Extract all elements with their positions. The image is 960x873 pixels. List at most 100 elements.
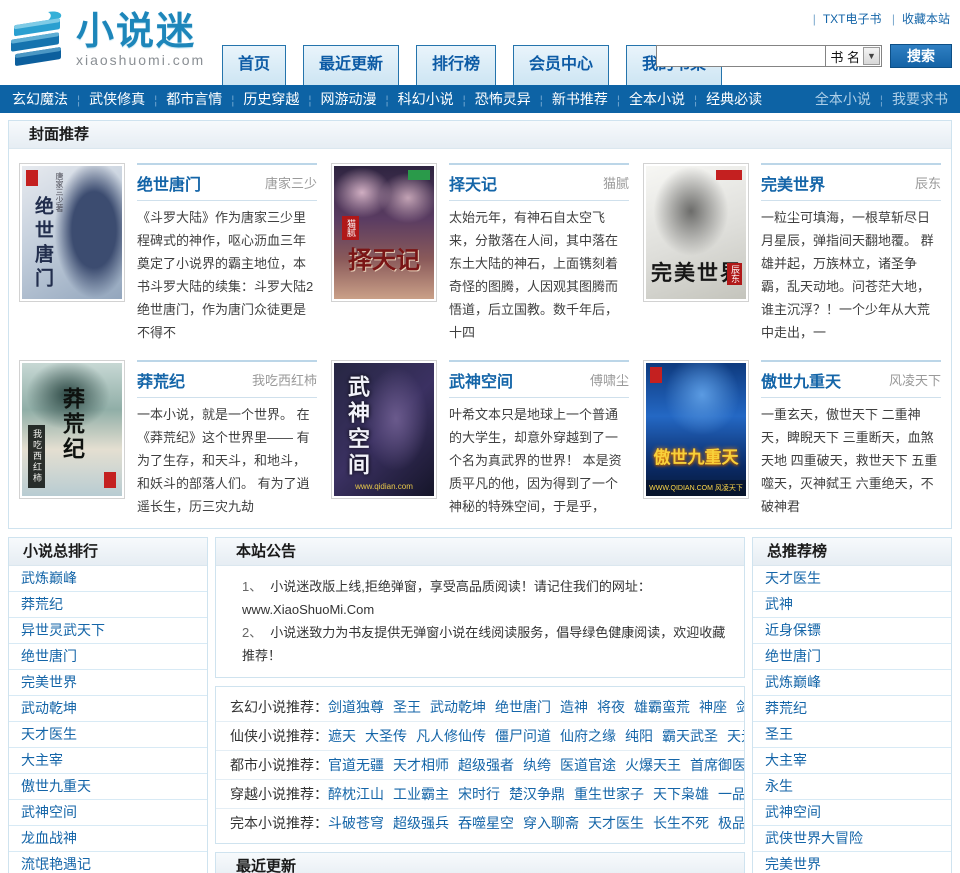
novel-link[interactable]: 长生不死 xyxy=(653,815,709,831)
book-title-link[interactable]: 傲世九重天 xyxy=(761,368,841,392)
novel-link[interactable]: 永生 xyxy=(765,778,793,794)
novel-link[interactable]: 官道无疆 xyxy=(328,757,384,773)
novel-link[interactable]: 楚汉争鼎 xyxy=(509,786,565,802)
novel-link[interactable]: 超级强者 xyxy=(458,757,514,773)
novel-link[interactable]: 武动乾坤 xyxy=(21,700,77,716)
category-link[interactable]: 都市言情 xyxy=(166,91,222,107)
book-cover-link[interactable]: 完美世界 辰东 xyxy=(643,163,749,302)
novel-link[interactable]: 莽荒纪 xyxy=(765,700,807,716)
novel-link[interactable]: 首席御医 xyxy=(690,757,744,773)
book-title-link[interactable]: 武神空间 xyxy=(449,368,513,392)
novel-link[interactable]: 流氓艳遇记 xyxy=(21,856,91,872)
novel-link[interactable]: 圣王 xyxy=(765,726,793,742)
novel-link[interactable]: 火爆天王 xyxy=(625,757,681,773)
separator: ¦ xyxy=(462,93,466,107)
novel-link[interactable]: 剑道独尊 xyxy=(328,699,384,715)
category-link[interactable]: 新书推荐 xyxy=(552,91,608,107)
novel-link[interactable]: 武炼巅峰 xyxy=(21,570,77,586)
novel-link[interactable]: 霸天武圣 xyxy=(662,728,718,744)
novel-link[interactable]: 凡人修仙传 xyxy=(416,728,486,744)
nav-right-link[interactable]: 全本小说 xyxy=(815,91,871,107)
novel-link[interactable]: 超级强兵 xyxy=(393,815,449,831)
novel-link[interactable]: 将夜 xyxy=(597,699,625,715)
novel-link[interactable]: 吞噬星空 xyxy=(458,815,514,831)
novel-link[interactable]: 工业霸主 xyxy=(393,786,449,802)
novel-link[interactable]: 龙血战神 xyxy=(21,830,77,846)
separator: ¦ xyxy=(694,93,698,107)
novel-link[interactable]: 僵尸问道 xyxy=(495,728,551,744)
novel-link[interactable]: 圣王 xyxy=(393,699,421,715)
novel-link[interactable]: 医道官途 xyxy=(560,757,616,773)
novel-link[interactable]: 造神 xyxy=(560,699,588,715)
category-link[interactable]: 历史穿越 xyxy=(243,91,299,107)
book-cover-link[interactable]: 莽荒纪 我吃西红柿 xyxy=(19,360,125,499)
book-title-link[interactable]: 完美世界 xyxy=(761,171,825,195)
book-title-link[interactable]: 绝世唐门 xyxy=(137,171,201,195)
novel-link[interactable]: 武侠世界大冒险 xyxy=(765,830,863,846)
nav-button[interactable]: 最近更新 xyxy=(303,45,400,85)
novel-link[interactable]: 一品江山 xyxy=(718,786,744,802)
novel-link[interactable]: 纯阳 xyxy=(625,728,653,744)
category-link[interactable]: 武侠修真 xyxy=(89,91,145,107)
novel-link[interactable]: 莽荒纪 xyxy=(21,596,63,612)
category-link[interactable]: 恐怖灵异 xyxy=(475,91,531,107)
novel-link[interactable]: 剑逆苍穹 xyxy=(736,699,744,715)
novel-link[interactable]: 宋时行 xyxy=(458,786,500,802)
novel-link[interactable]: 完美世界 xyxy=(765,856,821,872)
category-link[interactable]: 全本小说 xyxy=(629,91,685,107)
novel-link[interactable]: 天才医生 xyxy=(21,726,77,742)
novel-link[interactable]: 重生世家子 xyxy=(574,786,644,802)
novel-link[interactable]: 天元神诀 xyxy=(727,728,744,744)
book-cover-link[interactable]: 傲世九重天 WWW.QIDIAN.COM 风凌天下 xyxy=(643,360,749,499)
category-link[interactable]: 科幻小说 xyxy=(398,91,454,107)
txt-ebook-link[interactable]: TXT电子书 xyxy=(823,12,882,26)
rank-list-item: 武炼巅峰 xyxy=(9,566,207,592)
novel-link[interactable]: 武神空间 xyxy=(21,804,77,820)
novel-link[interactable]: 仙府之缘 xyxy=(560,728,616,744)
novel-link[interactable]: 雄霸蛮荒 xyxy=(634,699,690,715)
novel-link[interactable]: 大主宰 xyxy=(21,752,63,768)
novel-link[interactable]: 天才医生 xyxy=(588,815,644,831)
novel-link[interactable]: 武动乾坤 xyxy=(430,699,486,715)
novel-link[interactable]: 醉枕江山 xyxy=(328,786,384,802)
novel-link[interactable]: 武炼巅峰 xyxy=(765,674,821,690)
category-link[interactable]: 经典必读 xyxy=(706,91,762,107)
novel-link[interactable]: 大主宰 xyxy=(765,752,807,768)
novel-link[interactable]: 神座 xyxy=(699,699,727,715)
book-cover-link[interactable]: 绝世唐门 唐家三少著 xyxy=(19,163,125,302)
novel-link[interactable]: 极品太子爷 xyxy=(718,815,744,831)
novel-link[interactable]: 天才医生 xyxy=(765,570,821,586)
novel-link[interactable]: 斗破苍穹 xyxy=(328,815,384,831)
novel-link[interactable]: 大圣传 xyxy=(365,728,407,744)
search-button[interactable]: 搜索 xyxy=(890,44,952,68)
book-title-link[interactable]: 莽荒纪 xyxy=(137,368,185,392)
novel-link[interactable]: 傲世九重天 xyxy=(21,778,91,794)
novel-link[interactable]: 绝世唐门 xyxy=(765,648,821,664)
site-logo[interactable]: 小说迷 xiaoshuomi.com xyxy=(10,10,205,70)
search-type-value: 书 名 xyxy=(830,49,860,65)
nav-right-link[interactable]: 我要求书 xyxy=(892,91,948,107)
novel-link[interactable]: 异世灵武天下 xyxy=(21,622,105,638)
novel-link[interactable]: 遮天 xyxy=(328,728,356,744)
novel-link[interactable]: 天才相师 xyxy=(393,757,449,773)
category-link[interactable]: 玄幻魔法 xyxy=(12,91,68,107)
novel-link[interactable]: 纨绔 xyxy=(523,757,551,773)
nav-button[interactable]: 会员中心 xyxy=(513,45,610,85)
book-cover-link[interactable]: 武神空间 www.qidian.com xyxy=(331,360,437,499)
search-input[interactable] xyxy=(656,45,827,67)
book-cover-link[interactable]: 择天记 猫腻 xyxy=(331,163,437,302)
search-type-select[interactable]: 书 名 ▼ xyxy=(826,45,882,67)
nav-button[interactable]: 排行榜 xyxy=(416,45,497,85)
novel-link[interactable]: 绝世唐门 xyxy=(495,699,551,715)
novel-link[interactable]: 武神 xyxy=(765,596,793,612)
novel-link[interactable]: 武神空间 xyxy=(765,804,821,820)
book-title-link[interactable]: 择天记 xyxy=(449,171,497,195)
novel-link[interactable]: 天下枭雄 xyxy=(653,786,709,802)
category-link[interactable]: 网游动漫 xyxy=(321,91,377,107)
novel-link[interactable]: 穿入聊斋 xyxy=(523,815,579,831)
novel-link[interactable]: 完美世界 xyxy=(21,674,77,690)
novel-link[interactable]: 绝世唐门 xyxy=(21,648,77,664)
novel-link[interactable]: 近身保镖 xyxy=(765,622,821,638)
nav-button[interactable]: 首页 xyxy=(222,45,287,85)
bookmark-site-link[interactable]: 收藏本站 xyxy=(902,12,950,26)
